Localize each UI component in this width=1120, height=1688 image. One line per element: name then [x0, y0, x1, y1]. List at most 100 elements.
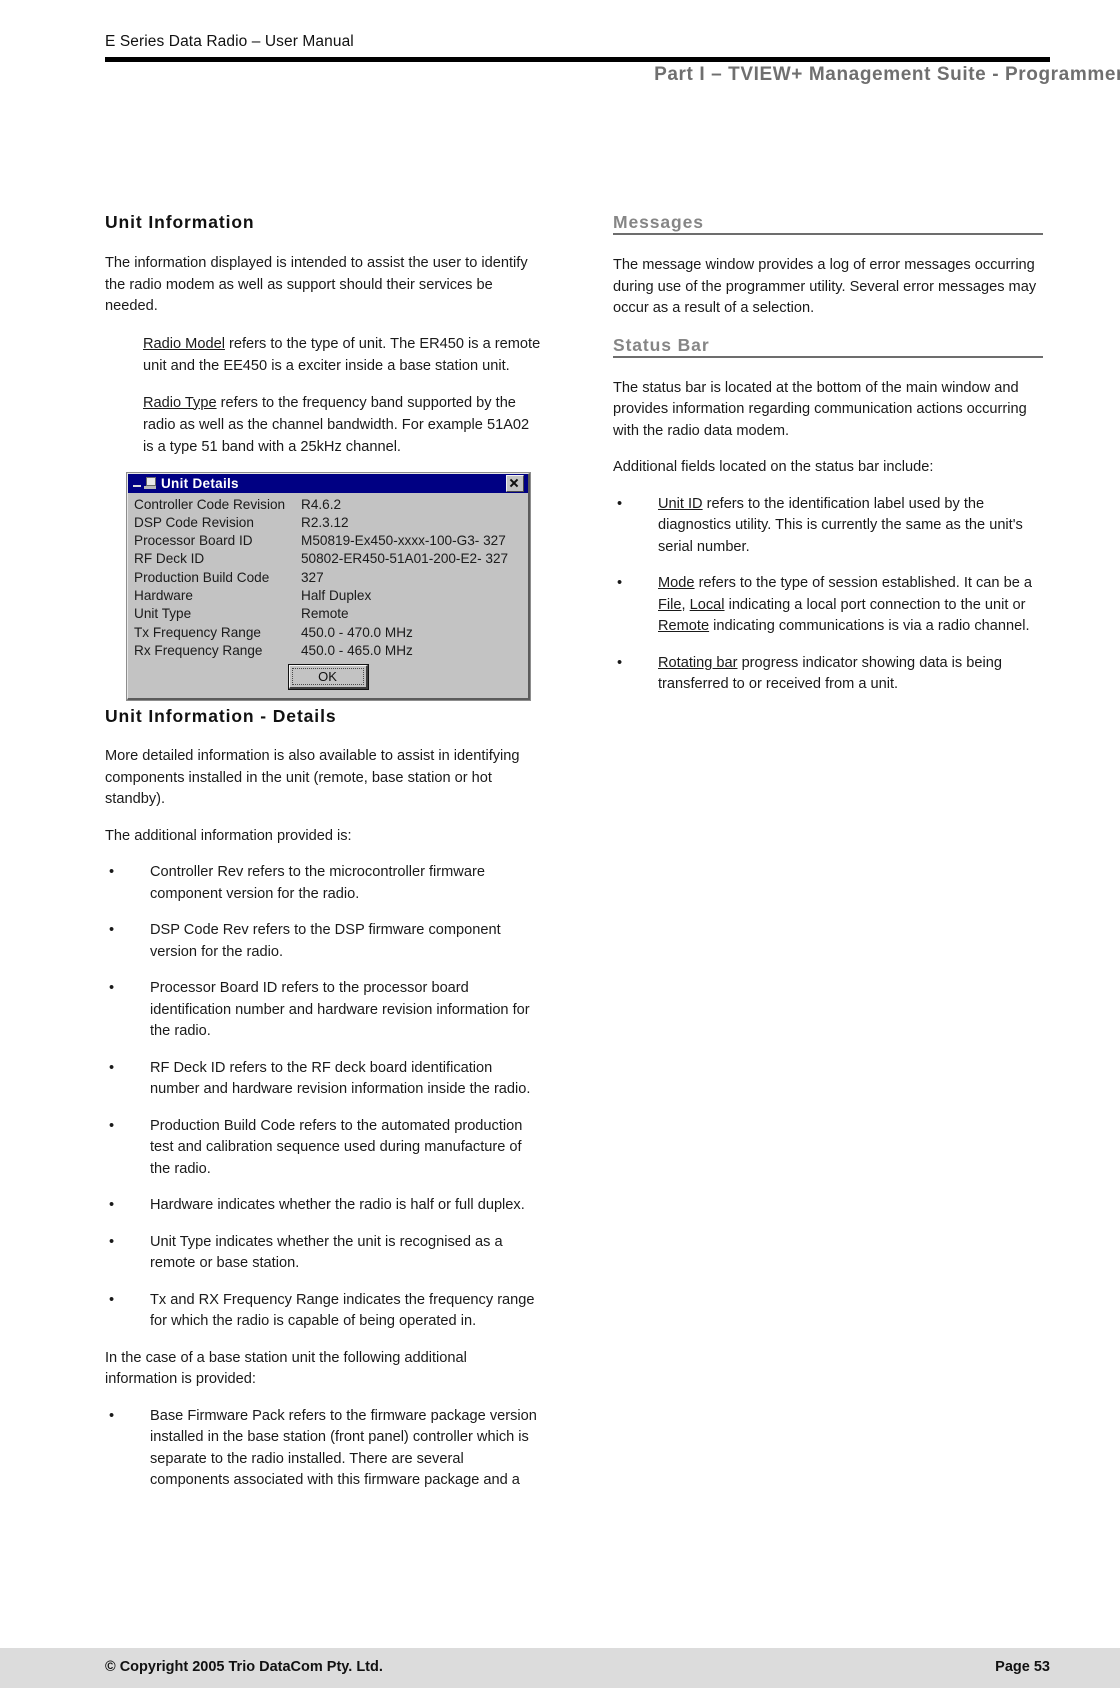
dialog-footer: OK	[128, 660, 528, 692]
ok-button[interactable]: OK	[288, 665, 368, 690]
right-column: Messages The message window provides a l…	[613, 212, 1043, 711]
dialog-row-value: 327	[301, 569, 324, 585]
bullet-icon: •	[109, 1059, 115, 1076]
dialog-row-label: Rx Frequency Range	[134, 642, 263, 658]
dialog-row-value: 450.0 - 465.0 MHz	[301, 642, 413, 658]
footer-copyright: © Copyright 2005 Trio DataCom Pty. Ltd.	[105, 1659, 383, 1675]
status-bar-heading-rule	[613, 355, 1043, 358]
dialog-row-label: RF Deck ID	[134, 551, 205, 567]
dialog-row-label: Production Build Code	[134, 569, 270, 585]
dialog-titlebar: Unit Details	[128, 473, 528, 493]
list-item-text: Unit Type indicates whether the unit is …	[150, 1233, 503, 1272]
ok-button-label: OK	[291, 668, 364, 686]
dialog-row: Controller Code Revision R4.6.2	[128, 496, 528, 514]
list-item: • Rotating bar progress indicator showin…	[613, 653, 1043, 696]
footer-page-number: Page 53	[995, 1659, 1050, 1675]
details-intro-paragraph: More detailed information is also availa…	[105, 748, 520, 808]
dialog-row-label: Tx Frequency Range	[134, 624, 261, 640]
status-bar-heading: Status Bar	[613, 334, 717, 356]
list-item-text: Production Build Code refers to the auto…	[150, 1117, 523, 1177]
list-item-text: RF Deck ID refers to the RF deck board i…	[150, 1059, 531, 1098]
status-bar-paragraph-2: Additional fields located on the status …	[613, 459, 934, 475]
list-item-text-3: indicating communications is via a radio…	[709, 618, 1030, 634]
list-item-text: Tx and RX Frequency Range indicates the …	[150, 1291, 535, 1330]
status-bar-bullet-list: • Unit ID refers to the identification l…	[613, 494, 1043, 696]
list-item-text: DSP Code Rev refers to the DSP firmware …	[150, 922, 501, 960]
dialog-row-value: R4.6.2	[301, 496, 342, 512]
list-item-text: Base Firmware Pack refers to the firmwar…	[150, 1407, 537, 1489]
base-station-lead-paragraph: In the case of a base station unit the f…	[105, 1349, 467, 1388]
term-mode: Mode	[658, 575, 695, 591]
bullet-icon: •	[617, 654, 623, 671]
list-item-text-2: indicating a local port connection to th…	[724, 596, 1026, 613]
list-item-text: Controller Rev refers to the microcontro…	[150, 864, 485, 902]
bullet-icon: •	[617, 575, 623, 591]
bullet-icon: •	[617, 495, 623, 512]
list-item: • Mode refers to the type of session est…	[613, 573, 1043, 638]
details-bullet-list: • Controller Rev refers to the microcont…	[105, 862, 543, 1333]
list-item: • Base Firmware Pack refers to the firmw…	[105, 1406, 543, 1492]
messages-heading-rule	[613, 233, 1043, 235]
list-item: • Unit ID refers to the identification l…	[613, 494, 1043, 559]
list-item: • Unit Type indicates whether the unit i…	[105, 1232, 543, 1275]
list-item-text: refers to the identification label used …	[658, 495, 1023, 555]
unit-information-intro: The information displayed is intended to…	[105, 255, 528, 314]
list-item: • Production Build Code refers to the au…	[105, 1116, 543, 1181]
bullet-icon: •	[109, 1117, 115, 1134]
dialog-row-value: Remote	[301, 606, 349, 622]
app-icon	[144, 476, 156, 490]
list-item: • RF Deck ID refers to the RF deck board…	[105, 1058, 543, 1101]
status-bar-heading-wrap: Status Bar	[613, 334, 1043, 361]
dialog-row-label: Unit Type	[134, 606, 192, 622]
dialog-row-value: 450.0 - 470.0 MHz	[301, 624, 413, 640]
list-item-separator: ,	[681, 596, 690, 613]
messages-paragraph: The message window provides a log of err…	[613, 257, 1037, 316]
dialog-row-label: Processor Board ID	[134, 533, 253, 549]
dialog-row: Unit Type Remote	[128, 605, 528, 623]
dialog-row-label: Controller Code Revision	[134, 496, 286, 512]
dialog-title: Unit Details	[161, 475, 239, 491]
definition-radio-model: Radio Model refers to the type of unit. …	[105, 333, 543, 377]
messages-heading-wrap: Messages	[613, 212, 1043, 238]
term-radio-type: Radio Type	[143, 394, 217, 411]
unit-information-details-heading: Unit Information - Details	[105, 706, 337, 727]
dialog-row-label: DSP Code Revision	[134, 514, 254, 530]
list-item-text: Processor Board ID refers to the process…	[150, 980, 530, 1040]
status-bar-paragraph-1: The status bar is located at the bottom …	[613, 379, 1027, 439]
bullet-icon: •	[109, 1197, 115, 1214]
minimize-icon[interactable]	[133, 479, 142, 488]
close-icon[interactable]	[506, 474, 524, 492]
list-item: • Hardware indicates whether the radio i…	[105, 1195, 543, 1217]
bullet-icon: •	[109, 922, 115, 939]
left-column: Unit Information The information display…	[105, 212, 543, 1507]
bullet-icon: •	[109, 1407, 115, 1424]
bullet-icon: •	[109, 864, 115, 881]
list-item-text: Hardware indicates whether the radio is …	[150, 1197, 525, 1214]
dialog-row-value: 50802-ER450-51A01-200-E2- 327	[301, 551, 509, 567]
dialog-row: Production Build Code 327	[128, 569, 528, 587]
dialog-row-value: M50819-Ex450-xxxx-100-G3- 327	[301, 533, 506, 549]
dialog-row: Tx Frequency Range 450.0 - 470.0 MHz	[128, 624, 528, 642]
bullet-icon: •	[109, 1291, 115, 1308]
page-footer: © Copyright 2005 Trio DataCom Pty. Ltd. …	[0, 1648, 1120, 1688]
dialog-row: Processor Board ID M50819-Ex450-xxxx-100…	[128, 532, 528, 550]
list-item: • Processor Board ID refers to the proce…	[105, 978, 543, 1043]
unit-information-heading: Unit Information	[105, 212, 255, 232]
dialog-row-label: Hardware	[134, 587, 193, 603]
messages-heading: Messages	[613, 212, 711, 233]
dialog-row-value: R2.3.12	[301, 514, 349, 530]
bullet-icon: •	[109, 1233, 115, 1250]
term-rotating-bar: Rotating bar	[658, 654, 738, 671]
list-item: • DSP Code Rev refers to the DSP firmwar…	[105, 920, 543, 963]
unit-details-dialog: Unit Details Controller Code Revision R4…	[127, 472, 530, 701]
dialog-row: Rx Frequency Range 450.0 - 465.0 MHz	[128, 642, 528, 660]
term-file: File	[658, 596, 682, 613]
term-unit-id: Unit ID	[658, 495, 703, 512]
header-rule	[105, 57, 1050, 62]
dialog-row-value: Half Duplex	[301, 587, 372, 603]
term-local: Local	[689, 596, 725, 613]
dialog-row: RF Deck ID 50802-ER450-51A01-200-E2- 327	[128, 550, 528, 568]
part-title: Part I – TVIEW+ Management Suite - Progr…	[654, 64, 1120, 85]
dialog-row: DSP Code Revision R2.3.12	[128, 514, 528, 532]
definition-radio-type: Radio Type refers to the frequency band …	[105, 392, 543, 458]
